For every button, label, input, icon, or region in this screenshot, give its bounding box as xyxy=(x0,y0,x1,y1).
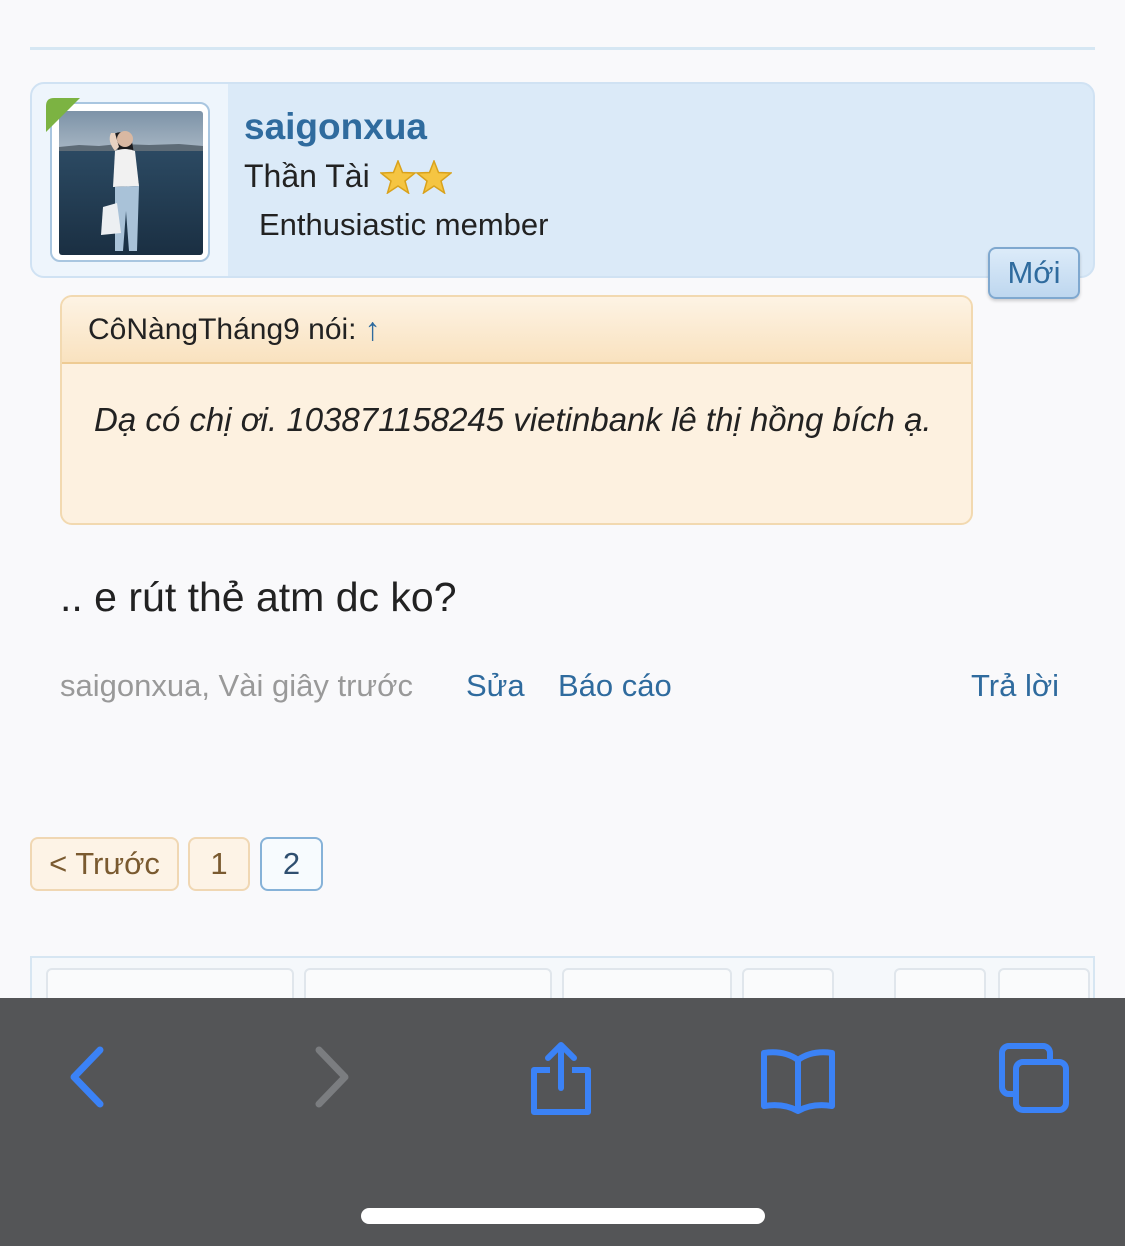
quote-author: CôNàngTháng9 nói: xyxy=(88,312,357,346)
edit-link[interactable]: Sửa xyxy=(466,668,525,704)
user-title-label: Thần Tài xyxy=(244,158,370,194)
quote-jump-arrow-icon[interactable]: ↑ xyxy=(365,311,381,348)
quote-block: CôNàngTháng9 nói: ↑ Dạ có chị ơi. 103871… xyxy=(60,295,973,525)
pagination-page-2[interactable]: 2 xyxy=(260,837,323,891)
pagination-page-1[interactable]: 1 xyxy=(188,837,250,891)
top-divider xyxy=(30,47,1095,50)
new-badge[interactable]: Mới xyxy=(988,247,1080,299)
avatar-image xyxy=(59,111,203,255)
quote-header: CôNàngTháng9 nói: ↑ xyxy=(62,297,971,364)
username[interactable]: saigonxua xyxy=(244,106,427,148)
post-meta[interactable]: saigonxua, Vài giây trước xyxy=(60,668,413,704)
reply-link[interactable]: Trả lời xyxy=(971,668,1059,704)
user-info-card: saigonxua Thần Tài Enthusiastic member xyxy=(30,82,1095,278)
quote-text: Dạ có chị ơi. 103871158245 vietinbank lê… xyxy=(94,401,932,438)
star-icon xyxy=(379,159,416,194)
avatar-column xyxy=(32,84,228,276)
home-indicator xyxy=(361,1208,765,1224)
user-rank: Enthusiastic member xyxy=(259,207,549,242)
online-status-icon xyxy=(46,98,80,132)
star-icon xyxy=(415,159,452,194)
bookmarks-icon[interactable] xyxy=(758,1048,838,1114)
post-message: .. e rút thẻ atm dc ko? xyxy=(60,574,457,620)
share-icon[interactable] xyxy=(528,1042,594,1118)
user-title: Thần Tài xyxy=(244,158,452,195)
forward-icon[interactable] xyxy=(305,1042,355,1112)
report-link[interactable]: Báo cáo xyxy=(558,668,672,704)
rank-stars xyxy=(379,159,452,194)
pagination-prev-button[interactable]: < Trước xyxy=(30,837,179,891)
tabs-icon[interactable] xyxy=(998,1042,1072,1116)
back-icon[interactable] xyxy=(64,1042,114,1112)
